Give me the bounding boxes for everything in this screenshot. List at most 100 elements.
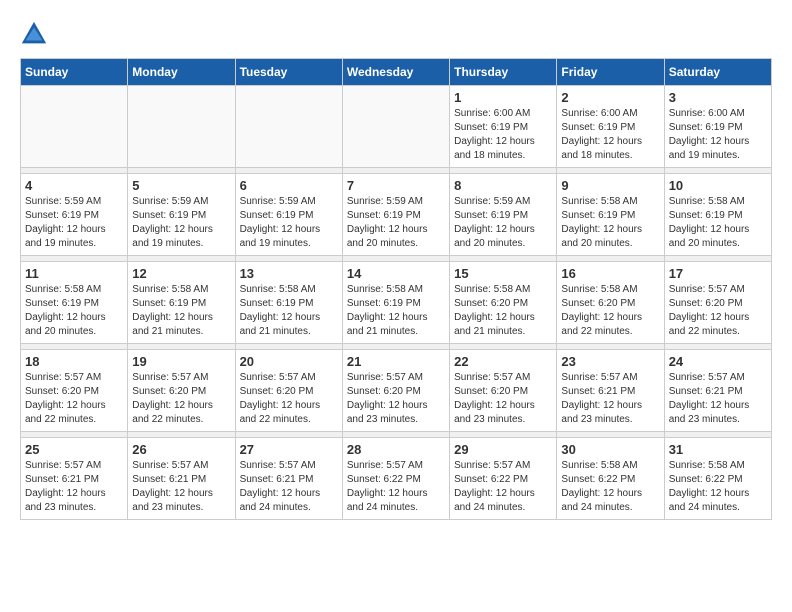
calendar-cell: 28Sunrise: 5:57 AMSunset: 6:22 PMDayligh… [342, 438, 449, 520]
day-info: Sunrise: 5:57 AMSunset: 6:21 PMDaylight:… [240, 459, 338, 515]
calendar-cell: 30 Sunrise: 5:58 AMSunset: 6:22 PMDayligh… [557, 438, 664, 520]
calendar-cell: 12 Sunrise: 5:58 AMSunset: 6:19 PMDayligh… [128, 262, 235, 344]
calendar-cell: 26 Sunrise: 5:57 AMSunset: 6:21 PMDayligh… [128, 438, 235, 520]
calendar-cell: 1 Sunrise: 6:00 AMSunset: 6:19 PMDaylight… [450, 86, 557, 168]
day-info: Sunrise: 5:57 AMSunset: 6:20 PMDaylight:… [132, 371, 230, 427]
calendar-cell: 19 Sunrise: 5:57 AMSunset: 6:20 PMDayligh… [128, 350, 235, 432]
weekday-header-friday: Friday [557, 59, 664, 86]
calendar-week-2: 4 Sunrise: 5:59 AMSunset: 6:19 PMDaylight… [21, 174, 772, 256]
day-number: 17 [669, 266, 767, 281]
calendar-cell: 20 Sunrise: 5:57 AMSunset: 6:20 PMDayligh… [235, 350, 342, 432]
calendar-cell: 13 Sunrise: 5:58 AMSunset: 6:19 PMDayligh… [235, 262, 342, 344]
calendar-cell [235, 86, 342, 168]
day-number: 6 [240, 178, 338, 193]
calendar-cell [128, 86, 235, 168]
calendar-cell: 2 Sunrise: 6:00 AMSunset: 6:19 PMDaylight… [557, 86, 664, 168]
calendar-cell: 11 Sunrise: 5:58 AMSunset: 6:19 PMDayligh… [21, 262, 128, 344]
day-number: 9 [561, 178, 659, 193]
calendar-cell: 10Sunrise: 5:58 AMSunset: 6:19 PMDayligh… [664, 174, 771, 256]
calendar-cell: 24 Sunrise: 5:57 AMSunset: 6:21 PMDayligh… [664, 350, 771, 432]
day-number: 14 [347, 266, 445, 281]
day-number: 24 [669, 354, 767, 369]
day-number: 12 [132, 266, 230, 281]
logo-icon [20, 20, 48, 48]
day-info: Sunrise: 5:59 AMSunset: 6:19 PMDaylight:… [454, 195, 552, 251]
day-number: 29 [454, 442, 552, 457]
calendar-cell: 8 Sunrise: 5:59 AMSunset: 6:19 PMDaylight… [450, 174, 557, 256]
day-info: Sunrise: 5:58 AMSunset: 6:19 PMDaylight:… [347, 283, 445, 339]
weekday-header-monday: Monday [128, 59, 235, 86]
day-number: 8 [454, 178, 552, 193]
calendar-cell: 14 Sunrise: 5:58 AMSunset: 6:19 PMDayligh… [342, 262, 449, 344]
day-info: Sunrise: 5:57 AMSunset: 6:21 PMDaylight:… [669, 371, 767, 427]
calendar-cell: 21 Sunrise: 5:57 AMSunset: 6:20 PMDayligh… [342, 350, 449, 432]
calendar-week-4: 18 Sunrise: 5:57 AMSunset: 6:20 PMDayligh… [21, 350, 772, 432]
day-info: Sunrise: 5:57 AMSunset: 6:20 PMDaylight:… [240, 371, 338, 427]
day-info: Sunrise: 5:57 AMSunset: 6:20 PMDaylight:… [25, 371, 123, 427]
day-number: 3 [669, 90, 767, 105]
day-info: Sunrise: 5:58 AMSunset: 6:20 PMDaylight:… [561, 283, 659, 339]
calendar-header-row: SundayMondayTuesdayWednesdayThursdayFrid… [21, 59, 772, 86]
calendar-cell: 5 Sunrise: 5:59 AMSunset: 6:19 PMDaylight… [128, 174, 235, 256]
calendar-week-5: 25 Sunrise: 5:57 AMSunset: 6:21 PMDayligh… [21, 438, 772, 520]
day-number: 30 [561, 442, 659, 457]
day-info: Sunrise: 5:58 AMSunset: 6:19 PMDaylight:… [25, 283, 123, 339]
day-number: 4 [25, 178, 123, 193]
day-number: 18 [25, 354, 123, 369]
day-info: Sunrise: 5:59 AMSunset: 6:19 PMDaylight:… [25, 195, 123, 251]
calendar-cell: 9 Sunrise: 5:58 AMSunset: 6:19 PMDaylight… [557, 174, 664, 256]
day-info: Sunrise: 5:58 AMSunset: 6:22 PMDaylight:… [669, 459, 767, 515]
day-number: 26 [132, 442, 230, 457]
day-number: 13 [240, 266, 338, 281]
day-number: 11 [25, 266, 123, 281]
day-info: Sunrise: 6:00 AMSunset: 6:19 PMDaylight:… [454, 107, 552, 163]
day-number: 20 [240, 354, 338, 369]
day-number: 19 [132, 354, 230, 369]
calendar-cell [21, 86, 128, 168]
calendar-cell: 18 Sunrise: 5:57 AMSunset: 6:20 PMDayligh… [21, 350, 128, 432]
day-info: Sunrise: 5:57 AMSunset: 6:20 PMDaylight:… [669, 283, 767, 339]
day-number: 5 [132, 178, 230, 193]
day-number: 22 [454, 354, 552, 369]
calendar-cell: 22 Sunrise: 5:57 AMSunset: 6:20 PMDayligh… [450, 350, 557, 432]
day-info: Sunrise: 5:58 AMSunset: 6:19 PMDaylight:… [240, 283, 338, 339]
calendar-cell: 29 Sunrise: 5:57 AMSunset: 6:22 PMDayligh… [450, 438, 557, 520]
day-number: 1 [454, 90, 552, 105]
day-info: Sunrise: 5:59 AMSunset: 6:19 PMDaylight:… [132, 195, 230, 251]
day-info: Sunrise: 5:58 AMSunset: 6:19 PMDaylight:… [561, 195, 659, 251]
day-number: 10 [669, 178, 767, 193]
day-info: Sunrise: 5:57 AMSunset: 6:20 PMDaylight:… [454, 371, 552, 427]
calendar-week-1: 1 Sunrise: 6:00 AMSunset: 6:19 PMDaylight… [21, 86, 772, 168]
day-number: 15 [454, 266, 552, 281]
logo [20, 20, 52, 48]
day-info: Sunrise: 5:58 AMSunset: 6:19 PMDaylight:… [132, 283, 230, 339]
day-info: Sunrise: 5:59 AMSunset: 6:19 PMDaylight:… [347, 195, 445, 251]
calendar-cell: 16Sunrise: 5:58 AMSunset: 6:20 PMDayligh… [557, 262, 664, 344]
day-info: Sunrise: 5:58 AMSunset: 6:22 PMDaylight:… [561, 459, 659, 515]
day-number: 25 [25, 442, 123, 457]
calendar-cell: 7Sunrise: 5:59 AMSunset: 6:19 PMDaylight… [342, 174, 449, 256]
calendar-cell: 6 Sunrise: 5:59 AMSunset: 6:19 PMDaylight… [235, 174, 342, 256]
calendar-cell: 3Sunrise: 6:00 AMSunset: 6:19 PMDaylight… [664, 86, 771, 168]
calendar: SundayMondayTuesdayWednesdayThursdayFrid… [20, 58, 772, 520]
weekday-header-wednesday: Wednesday [342, 59, 449, 86]
calendar-cell: 4 Sunrise: 5:59 AMSunset: 6:19 PMDaylight… [21, 174, 128, 256]
day-number: 31 [669, 442, 767, 457]
day-info: Sunrise: 6:00 AMSunset: 6:19 PMDaylight:… [561, 107, 659, 163]
day-number: 23 [561, 354, 659, 369]
calendar-cell: 27Sunrise: 5:57 AMSunset: 6:21 PMDayligh… [235, 438, 342, 520]
day-info: Sunrise: 5:57 AMSunset: 6:21 PMDaylight:… [25, 459, 123, 515]
weekday-header-tuesday: Tuesday [235, 59, 342, 86]
calendar-cell: 25 Sunrise: 5:57 AMSunset: 6:21 PMDayligh… [21, 438, 128, 520]
day-number: 2 [561, 90, 659, 105]
weekday-header-saturday: Saturday [664, 59, 771, 86]
day-info: Sunrise: 5:57 AMSunset: 6:21 PMDaylight:… [132, 459, 230, 515]
day-info: Sunrise: 5:57 AMSunset: 6:20 PMDaylight:… [347, 371, 445, 427]
day-info: Sunrise: 5:57 AMSunset: 6:22 PMDaylight:… [454, 459, 552, 515]
weekday-header-sunday: Sunday [21, 59, 128, 86]
page-header [20, 20, 772, 48]
calendar-cell: 23Sunrise: 5:57 AMSunset: 6:21 PMDayligh… [557, 350, 664, 432]
day-number: 21 [347, 354, 445, 369]
day-info: Sunrise: 5:59 AMSunset: 6:19 PMDaylight:… [240, 195, 338, 251]
weekday-header-thursday: Thursday [450, 59, 557, 86]
